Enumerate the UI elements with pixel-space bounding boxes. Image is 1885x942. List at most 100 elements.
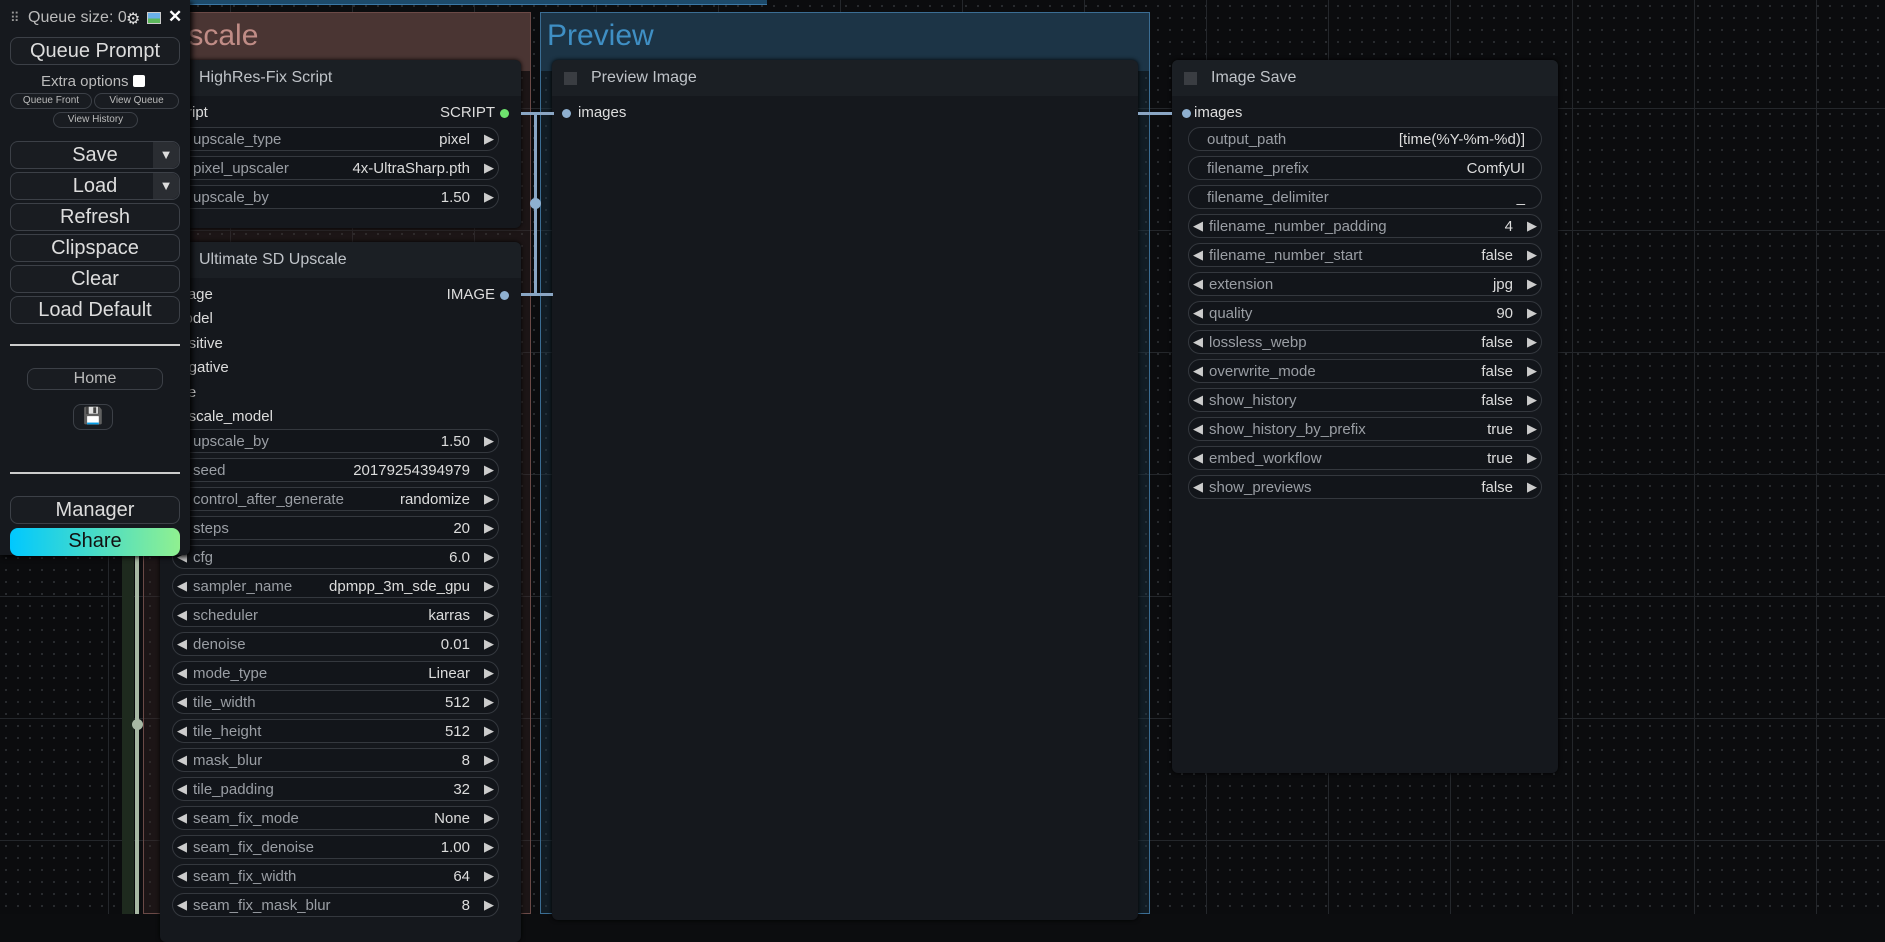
save-button[interactable]: Save ▼ xyxy=(10,141,180,169)
increment-arrow-icon[interactable]: ▶ xyxy=(480,636,498,652)
decrement-arrow-icon[interactable]: ◀ xyxy=(173,578,191,594)
decrement-arrow-icon[interactable]: ◀ xyxy=(173,607,191,623)
widget-upscale-by[interactable]: ◀upscale_by1.50▶ xyxy=(172,185,499,209)
widget-filename-number-start[interactable]: ◀ filename_number_start false ▶ xyxy=(1188,243,1542,267)
widget-seam-fix-mask-blur[interactable]: ◀ seam_fix_mask_blur 8 ▶ xyxy=(172,893,499,917)
widget-value[interactable]: 64 xyxy=(453,868,470,885)
refresh-button[interactable]: Refresh xyxy=(10,203,180,231)
widget-seed[interactable]: ◀seed20179254394979▶ xyxy=(172,458,499,482)
increment-arrow-icon[interactable]: ▶ xyxy=(1523,392,1541,408)
widget-seam-fix-denoise[interactable]: ◀ seam_fix_denoise 1.00 ▶ xyxy=(172,835,499,859)
widget-value[interactable]: false xyxy=(1481,479,1513,496)
image-icon[interactable] xyxy=(147,12,161,24)
widget-value[interactable]: ComfyUI xyxy=(1467,160,1525,177)
widget-value[interactable]: karras xyxy=(428,607,470,624)
manager-button[interactable]: Manager xyxy=(10,496,180,524)
widget-value[interactable]: 1.50 xyxy=(441,189,470,206)
decrement-arrow-icon[interactable]: ◀ xyxy=(1189,305,1207,321)
widget-filename-delimiter[interactable]: filename_delimiter _ xyxy=(1188,185,1542,209)
widget-value[interactable]: 1.50 xyxy=(441,433,470,450)
widget-value[interactable]: 90 xyxy=(1496,305,1513,322)
increment-arrow-icon[interactable]: ▶ xyxy=(1523,363,1541,379)
increment-arrow-icon[interactable]: ▶ xyxy=(1523,450,1541,466)
increment-arrow-icon[interactable]: ▶ xyxy=(480,810,498,826)
widget-show-history[interactable]: ◀ show_history false ▶ xyxy=(1188,388,1542,412)
extra-options-checkbox[interactable] xyxy=(133,75,145,87)
widget-extension[interactable]: ◀ extension jpg ▶ xyxy=(1188,272,1542,296)
increment-arrow-icon[interactable]: ▶ xyxy=(480,462,498,478)
widget-mode-type[interactable]: ◀ mode_type Linear ▶ xyxy=(172,661,499,685)
decrement-arrow-icon[interactable]: ◀ xyxy=(173,897,191,913)
decrement-arrow-icon[interactable]: ◀ xyxy=(1189,479,1207,495)
increment-arrow-icon[interactable]: ▶ xyxy=(480,665,498,681)
widget-seam-fix-width[interactable]: ◀ seam_fix_width 64 ▶ xyxy=(172,864,499,888)
view-history-button[interactable]: View History xyxy=(53,112,138,128)
node-preview-image[interactable]: Preview Image images xyxy=(552,60,1138,920)
decrement-arrow-icon[interactable]: ◀ xyxy=(1189,450,1207,466)
increment-arrow-icon[interactable]: ▶ xyxy=(480,752,498,768)
increment-arrow-icon[interactable]: ▶ xyxy=(1523,421,1541,437)
widget-tile-padding[interactable]: ◀ tile_padding 32 ▶ xyxy=(172,777,499,801)
decrement-arrow-icon[interactable]: ◀ xyxy=(173,781,191,797)
increment-arrow-icon[interactable]: ▶ xyxy=(480,694,498,710)
widget-value[interactable]: false xyxy=(1481,392,1513,409)
decrement-arrow-icon[interactable]: ◀ xyxy=(1189,276,1207,292)
decrement-arrow-icon[interactable]: ◀ xyxy=(173,636,191,652)
widget-value[interactable]: 1.00 xyxy=(441,839,470,856)
increment-arrow-icon[interactable]: ▶ xyxy=(480,433,498,449)
widget-upscale-type[interactable]: ◀upscale_typepixel▶ xyxy=(172,127,499,151)
chevron-down-icon[interactable]: ▼ xyxy=(153,173,179,199)
widget-seam-fix-mode[interactable]: ◀ seam_fix_mode None ▶ xyxy=(172,806,499,830)
increment-arrow-icon[interactable]: ▶ xyxy=(1523,218,1541,234)
close-icon[interactable]: ✕ xyxy=(168,7,182,27)
increment-arrow-icon[interactable]: ▶ xyxy=(480,781,498,797)
decrement-arrow-icon[interactable]: ◀ xyxy=(1189,421,1207,437)
widget-embed-workflow[interactable]: ◀ embed_workflow true ▶ xyxy=(1188,446,1542,470)
increment-arrow-icon[interactable]: ▶ xyxy=(1523,305,1541,321)
widget-value[interactable]: false xyxy=(1481,334,1513,351)
widget-control-after-generate[interactable]: ◀control_after_generaterandomize▶ xyxy=(172,487,499,511)
home-button[interactable]: Home xyxy=(27,368,163,390)
widget-value[interactable]: 8 xyxy=(462,897,470,914)
widget-value[interactable]: 20179254394979 xyxy=(353,462,470,479)
decrement-arrow-icon[interactable]: ◀ xyxy=(1189,218,1207,234)
increment-arrow-icon[interactable]: ▶ xyxy=(480,897,498,913)
increment-arrow-icon[interactable]: ▶ xyxy=(1523,479,1541,495)
widget-value[interactable]: false xyxy=(1481,363,1513,380)
view-queue-button[interactable]: View Queue xyxy=(94,93,179,109)
widget-value[interactable]: dpmpp_3m_sde_gpu xyxy=(329,578,470,595)
widget-value[interactable]: 0.01 xyxy=(441,636,470,653)
widget-scheduler[interactable]: ◀ scheduler karras ▶ xyxy=(172,603,499,627)
increment-arrow-icon[interactable]: ▶ xyxy=(480,189,498,205)
increment-arrow-icon[interactable]: ▶ xyxy=(480,160,498,176)
widget-upscale-by[interactable]: ◀upscale_by1.50▶ xyxy=(172,429,499,453)
collapse-toggle[interactable] xyxy=(1184,71,1197,85)
increment-arrow-icon[interactable]: ▶ xyxy=(1523,276,1541,292)
widget-steps[interactable]: ◀steps20▶ xyxy=(172,516,499,540)
node-highres-fix-script[interactable]: HighRes-Fix Script script SCRIPT ◀upscal… xyxy=(160,60,521,228)
decrement-arrow-icon[interactable]: ◀ xyxy=(173,810,191,826)
node-ultimate-sd-upscale[interactable]: Ultimate SD Upscale IMAGE image model posi… xyxy=(160,242,521,942)
increment-arrow-icon[interactable]: ▶ xyxy=(480,578,498,594)
widget-value[interactable]: None xyxy=(434,810,470,827)
increment-arrow-icon[interactable]: ▶ xyxy=(1523,334,1541,350)
increment-arrow-icon[interactable]: ▶ xyxy=(480,723,498,739)
widget-filename-number-padding[interactable]: ◀ filename_number_padding 4 ▶ xyxy=(1188,214,1542,238)
load-button[interactable]: Load ▼ xyxy=(10,172,180,200)
widget-tile-width[interactable]: ◀ tile_width 512 ▶ xyxy=(172,690,499,714)
widget-value[interactable]: true xyxy=(1487,421,1513,438)
clear-button[interactable]: Clear xyxy=(10,265,180,293)
widget-value[interactable]: 32 xyxy=(453,781,470,798)
widget-value[interactable]: 4 xyxy=(1505,218,1513,235)
save-workflow-button[interactable]: 💾 xyxy=(73,404,113,430)
widget-value[interactable]: jpg xyxy=(1493,276,1513,293)
collapse-toggle[interactable] xyxy=(564,71,577,85)
decrement-arrow-icon[interactable]: ◀ xyxy=(1189,392,1207,408)
output-slot[interactable] xyxy=(500,109,509,118)
widget-tile-height[interactable]: ◀ tile_height 512 ▶ xyxy=(172,719,499,743)
decrement-arrow-icon[interactable]: ◀ xyxy=(173,868,191,884)
increment-arrow-icon[interactable]: ▶ xyxy=(480,839,498,855)
reroute-dot[interactable] xyxy=(530,198,541,209)
chevron-down-icon[interactable]: ▼ xyxy=(153,142,179,168)
decrement-arrow-icon[interactable]: ◀ xyxy=(1189,363,1207,379)
